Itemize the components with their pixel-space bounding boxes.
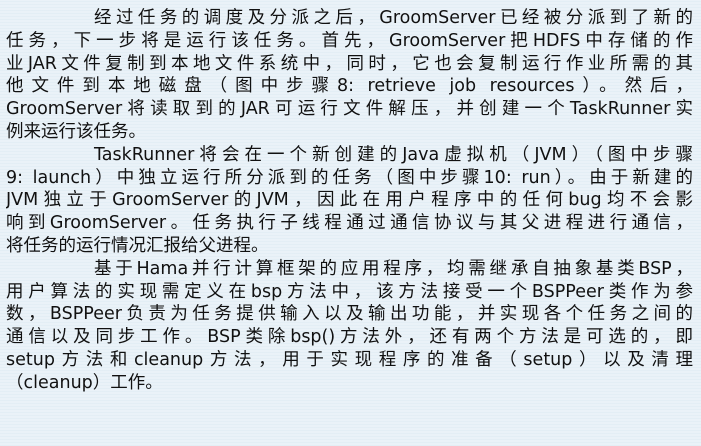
text-line: 他文件到本地磁盘（图中步骤8: retrieve job resources）。… — [6, 76, 693, 97]
document-page: 经过任务的调度及分派之后，GroomServer已经被分派到了新的 任务，下一步… — [0, 0, 701, 446]
text-line: （cleanup）工作。 — [6, 372, 163, 393]
text-line: 基于Hama并行计算框架的应用程序，均需继承自抽象基类BSP， — [94, 258, 693, 279]
text-line: 任务，下一步将是运行该任务。首先，GroomServer把HDFS中存储的作 — [6, 30, 693, 51]
text-line: JVM独立于GroomServer的JVM，因此在用户程序中的任何bug均不会影 — [6, 190, 693, 211]
text-line: TaskRunner将会在一个新创建的Java虚拟机（JVM）（图中步骤 — [94, 144, 693, 165]
paragraph-task-runner: TaskRunner将会在一个新创建的Java虚拟机（JVM）（图中步骤 9: … — [6, 144, 693, 258]
text-line: 将任务的运行情况汇报给父进程。 — [6, 235, 269, 256]
text-line: 经过任务的调度及分派之后，GroomServer已经被分派到了新的 — [94, 8, 693, 28]
paragraph-task-localization: 经过任务的调度及分派之后，GroomServer已经被分派到了新的 任务，下一步… — [6, 7, 693, 144]
text-line: 数，BSPPeer负责为任务提供输入以及输出功能，并实现各个任务之间的 — [6, 304, 693, 325]
paragraph-bsp-class: 基于Hama并行计算框架的应用程序，均需继承自抽象基类BSP， 用户算法的实现需… — [6, 258, 693, 395]
text-line: 用户算法的实现需定义在bsp方法中，该方法接受一个BSPPeer类作为参 — [6, 281, 693, 302]
text-line: 通信以及同步工作。BSP类除bsp()方法外，还有两个方法是可选的，即 — [6, 327, 693, 348]
text-line: setup方法和cleanup方法，用于实现程序的准备（setup）以及清理 — [6, 349, 693, 370]
text-line: GroomServer将读取到的JAR可运行文件解压，并创建一个TaskRunn… — [6, 99, 693, 120]
text-line: 业JAR文件复制到本地文件系统中，同时，它也会复制运行作业所需的其 — [6, 53, 693, 74]
text-line: 9: launch）中独立运行所分派到的任务（图中步骤10: run）。由于新建… — [6, 167, 693, 188]
text-line: 响到GroomServer。任务执行子线程通过通信协议与其父进程进行通信， — [6, 213, 693, 234]
text-line: 例来运行该任务。 — [6, 121, 146, 142]
